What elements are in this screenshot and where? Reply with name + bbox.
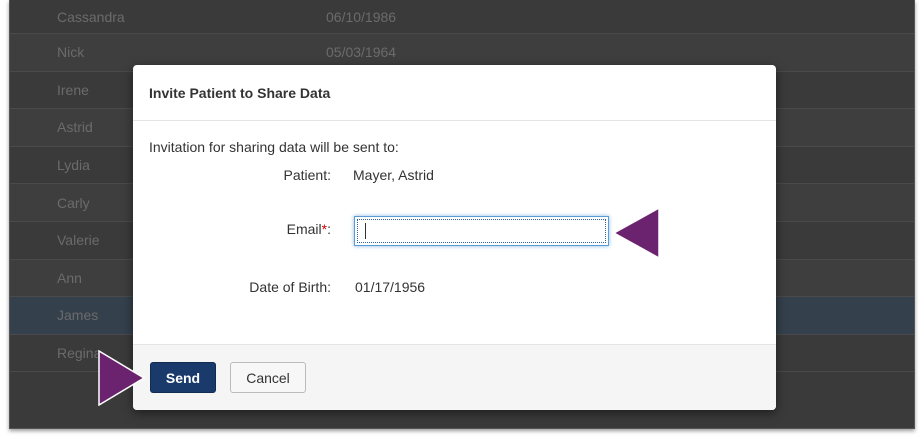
- email-label: Email*:: [286, 221, 331, 237]
- patient-name: Astrid: [57, 119, 93, 136]
- cancel-button[interactable]: Cancel: [230, 362, 306, 393]
- patient-name: Lydia: [57, 157, 90, 174]
- text-cursor: [365, 223, 366, 239]
- patient-name: Irene: [57, 81, 89, 98]
- patient-name: Cassandra: [57, 8, 125, 25]
- dialog-body: Invitation for sharing data will be sent…: [133, 121, 776, 344]
- dob-value: 01/17/1956: [355, 279, 426, 295]
- patient-dob: 06/10/1986: [326, 8, 397, 25]
- patient-dob: 05/03/1964: [326, 44, 397, 61]
- patient-name: Ann: [57, 269, 82, 286]
- patient-name: James: [57, 307, 99, 324]
- dob-label: Date of Birth:: [249, 279, 331, 295]
- email-field[interactable]: [354, 216, 609, 246]
- invite-patient-dialog: Invite Patient to Share Data Invitation …: [133, 65, 776, 410]
- patient-name: Valerie: [57, 232, 100, 249]
- intro-text: Invitation for sharing data will be sent…: [149, 139, 399, 155]
- annotation-arrow-right-icon: [98, 350, 146, 406]
- dialog-footer: Send Cancel: [133, 344, 776, 410]
- table-row[interactable]: Cassandra 06/10/1986: [10, 0, 914, 34]
- patient-name: Regina: [57, 345, 102, 362]
- send-button[interactable]: Send: [150, 362, 216, 393]
- patient-label: Patient:: [283, 167, 331, 183]
- dialog-title: Invite Patient to Share Data: [149, 85, 331, 101]
- patient-name: Carly: [57, 194, 90, 211]
- dialog-header: Invite Patient to Share Data: [133, 65, 776, 121]
- patient-value: Mayer, Astrid: [353, 167, 434, 183]
- patient-name: Nick: [57, 44, 85, 61]
- annotation-arrow-left-icon: [612, 207, 660, 259]
